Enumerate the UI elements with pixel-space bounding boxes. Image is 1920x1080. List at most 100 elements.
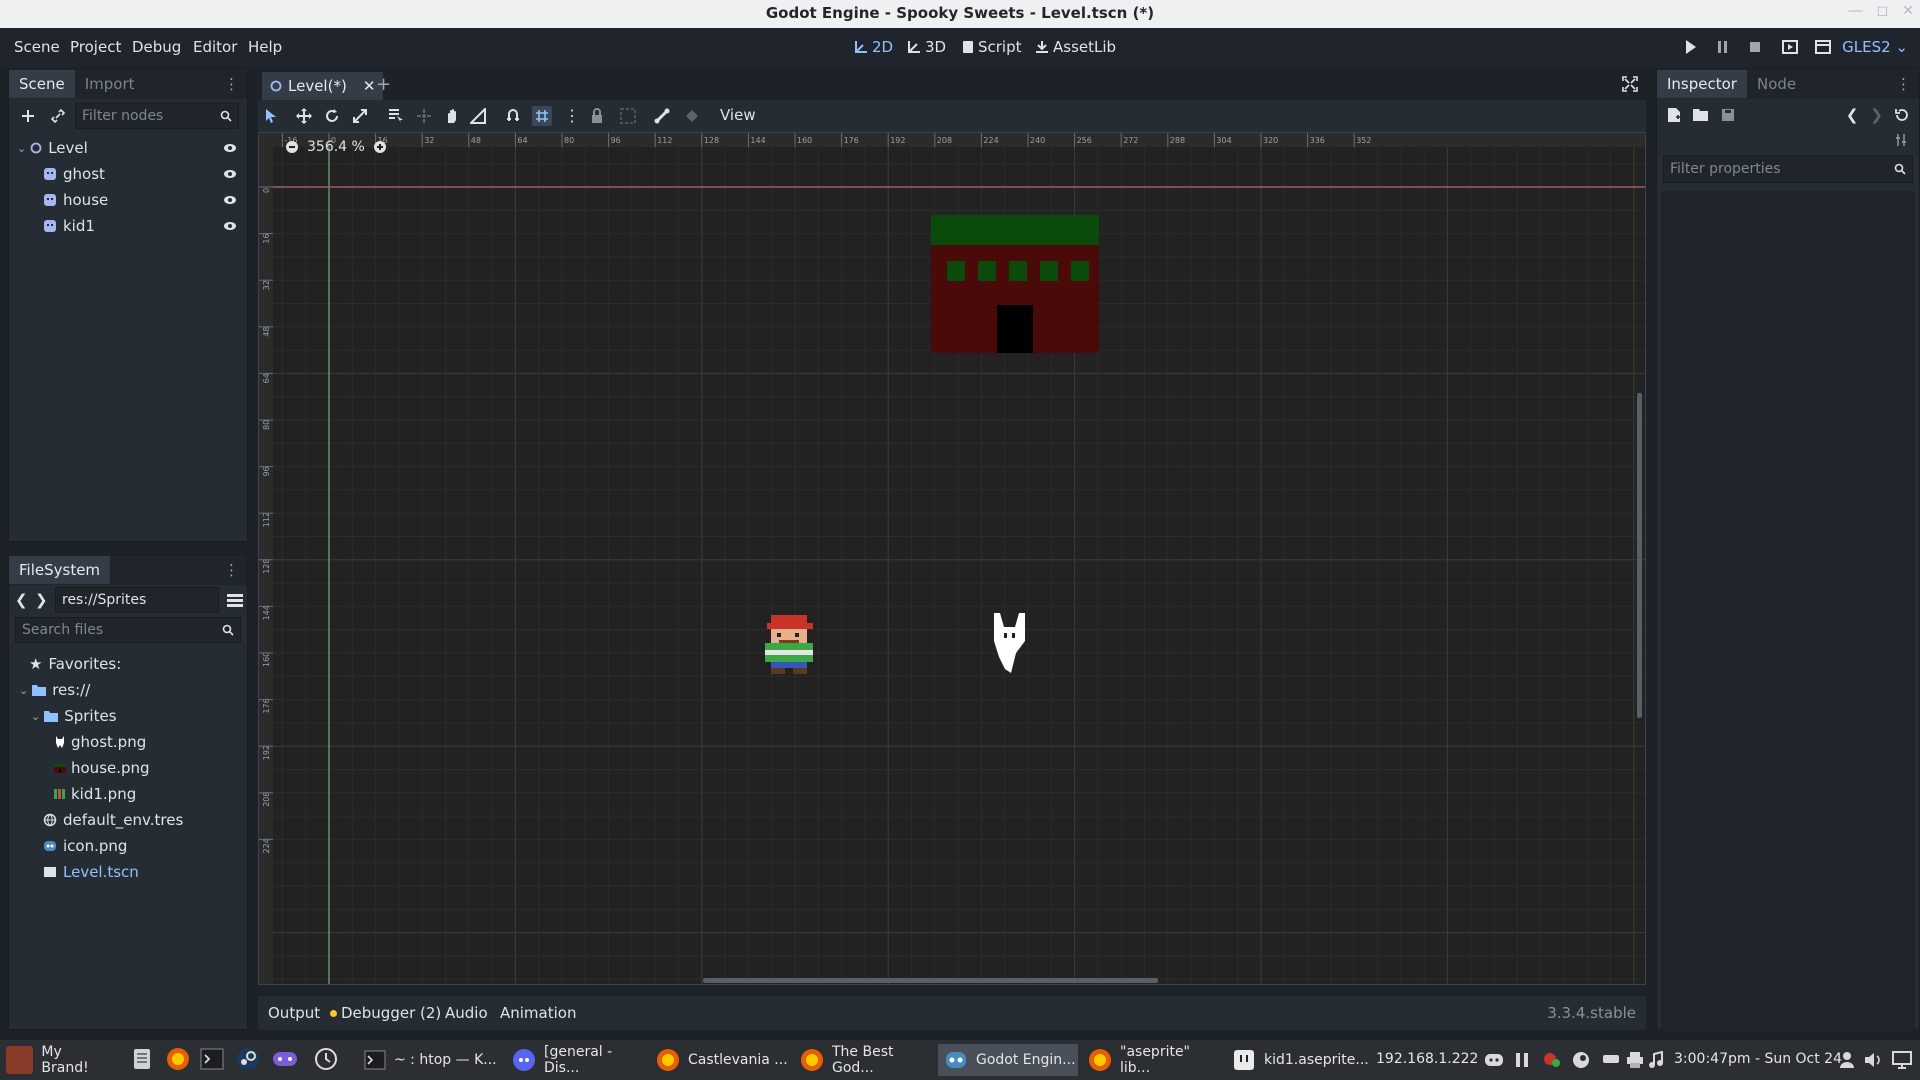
scene-node-house[interactable]: house [9,187,247,213]
canvas-viewport[interactable]: -16 0 16 32 48 64 80 96 112 128 144 160 176 192 208 224… [258,132,1646,985]
move-mode-icon[interactable] [296,108,312,124]
scene-tab-level[interactable]: Level(*) ✕ [262,72,384,100]
path-field[interactable]: res://Sprites [55,587,219,613]
group-icon[interactable] [620,108,636,124]
search-files-input[interactable]: Search files [22,622,103,638]
chevron-down-icon[interactable]: ⌄ [17,142,26,155]
horizontal-scrollbar[interactable] [703,978,1158,983]
view-menu-button[interactable]: View [720,106,756,124]
dock-menu-icon[interactable]: ⋮ [224,561,239,579]
vertical-scrollbar[interactable] [1637,393,1642,718]
fs-item-res[interactable]: ⌄ res:// [9,677,90,703]
tab-scene[interactable]: Scene [9,70,75,98]
terminal-icon[interactable] [200,1048,224,1070]
scene-node-ghost[interactable]: ghost [9,161,247,187]
distraction-free-icon[interactable] [1622,76,1638,92]
zoom-in-icon[interactable] [373,140,387,154]
back-icon[interactable]: ❮ [15,591,33,609]
house-sprite[interactable] [931,215,1099,353]
fs-item-icon-png[interactable]: icon.png [9,833,127,859]
play-custom-scene-icon[interactable] [1815,37,1831,57]
minimize-icon[interactable]: ― [1849,3,1863,19]
user-tray-icon[interactable] [1840,1051,1854,1069]
select-mode-icon[interactable] [264,108,278,124]
menu-project[interactable]: Project [70,38,121,56]
visibility-eye-icon[interactable] [223,195,237,205]
stop-icon[interactable] [1748,37,1762,57]
music-tray-icon[interactable] [1648,1051,1664,1069]
candy-tray-icon[interactable] [1542,1051,1562,1069]
canvas-svg[interactable]: -16 0 16 32 48 64 80 96 112 128 144 160 176 192 208 224… [259,133,1646,985]
list-select-icon[interactable] [388,108,404,124]
discord-tray-icon[interactable] [1484,1051,1504,1069]
history-forward-icon[interactable]: ❯ [1870,106,1883,124]
fs-item-house-png[interactable]: house.png [9,755,150,781]
maximize-icon[interactable]: ◻ [1877,3,1889,19]
task-discord[interactable]: [general - Dis... [506,1044,646,1076]
tab-output[interactable]: Output [268,1004,320,1022]
scene-node-level[interactable]: ⌄ Level [9,135,247,161]
pause-icon[interactable] [1716,37,1730,57]
task-godot-engine[interactable]: Godot Engin... [938,1044,1078,1076]
pivot-mode-icon[interactable] [416,108,432,124]
filter-properties-input[interactable]: Filter properties [1670,161,1781,177]
renderer-select[interactable]: GLES2 ⌄ [1842,38,1908,56]
menu-editor[interactable]: Editor [193,38,237,56]
tab-audio[interactable]: Audio [445,1004,488,1022]
media-pause-icon[interactable] [1514,1051,1530,1069]
pan-mode-icon[interactable] [444,108,460,124]
task-aseprite[interactable]: kid1.aseprite... [1226,1044,1369,1076]
ghost-sprite[interactable] [994,613,1025,673]
grid-snap-icon[interactable] [532,106,552,126]
rotate-mode-icon[interactable] [324,108,340,124]
task-best-godot[interactable]: The Best God... [794,1044,934,1076]
fs-item-favorites[interactable]: ★ Favorites: [9,651,121,677]
zoom-out-icon[interactable] [285,140,299,154]
history-back-icon[interactable]: ❮ [1846,106,1859,124]
open-resource-icon[interactable] [1693,108,1709,122]
dock-menu-icon[interactable]: ⋮ [224,75,239,93]
menu-help[interactable]: Help [248,38,282,56]
task-htop[interactable]: ~ : htop — K... [358,1044,498,1076]
clock-app-icon[interactable] [314,1047,338,1071]
zoom-level-button[interactable]: 356.4 % [307,139,365,155]
forward-icon[interactable]: ❯ [35,591,53,609]
kid-sprite[interactable] [765,615,813,674]
menu-debug[interactable]: Debug [132,38,181,56]
chevron-down-icon[interactable]: ⌄ [19,684,28,697]
visibility-eye-icon[interactable] [223,169,237,179]
add-tab-icon[interactable]: + [376,74,391,95]
printer-tray-icon[interactable] [1626,1051,1644,1069]
tab-node[interactable]: Node [1747,70,1806,98]
workspace-script-button[interactable]: Script [962,38,1022,56]
play-icon[interactable] [1684,37,1698,57]
workspace-3d-button[interactable]: 3D [907,38,946,56]
visibility-eye-icon[interactable] [223,221,237,231]
tab-debugger[interactable]: Debugger (2) [330,1004,441,1022]
steam-icon[interactable] [236,1047,260,1071]
firefox-icon[interactable] [166,1047,190,1071]
file-manager-icon[interactable] [132,1048,152,1070]
ruler-mode-icon[interactable] [470,108,486,124]
add-node-icon[interactable] [15,103,41,129]
new-resource-icon[interactable] [1667,107,1681,123]
link-icon[interactable] [45,103,71,129]
smart-snap-icon[interactable] [506,108,522,124]
snap-options-icon[interactable]: ⋮ [564,106,580,125]
lock-icon[interactable] [590,108,604,124]
scale-mode-icon[interactable] [352,108,368,124]
workspace-assetlib-button[interactable]: AssetLib [1035,38,1116,56]
tab-import[interactable]: Import [75,70,145,98]
fs-item-level-tscn[interactable]: Level.tscn [9,859,139,885]
workspace-2d-button[interactable]: 2D [854,38,893,56]
fs-item-default-env[interactable]: default_env.tres [9,807,183,833]
visibility-eye-icon[interactable] [223,143,237,153]
start-menu-button[interactable]: My Brand! [0,1044,112,1076]
dock-menu-icon[interactable]: ⋮ [1896,75,1911,93]
close-tab-icon[interactable]: ✕ [363,77,376,95]
save-resource-icon[interactable] [1721,108,1735,122]
steam-tray-icon[interactable] [1572,1051,1590,1069]
task-castlevania[interactable]: Castlevania ... [650,1044,790,1076]
tab-inspector[interactable]: Inspector [1657,70,1747,98]
menu-scene[interactable]: Scene [14,38,60,56]
